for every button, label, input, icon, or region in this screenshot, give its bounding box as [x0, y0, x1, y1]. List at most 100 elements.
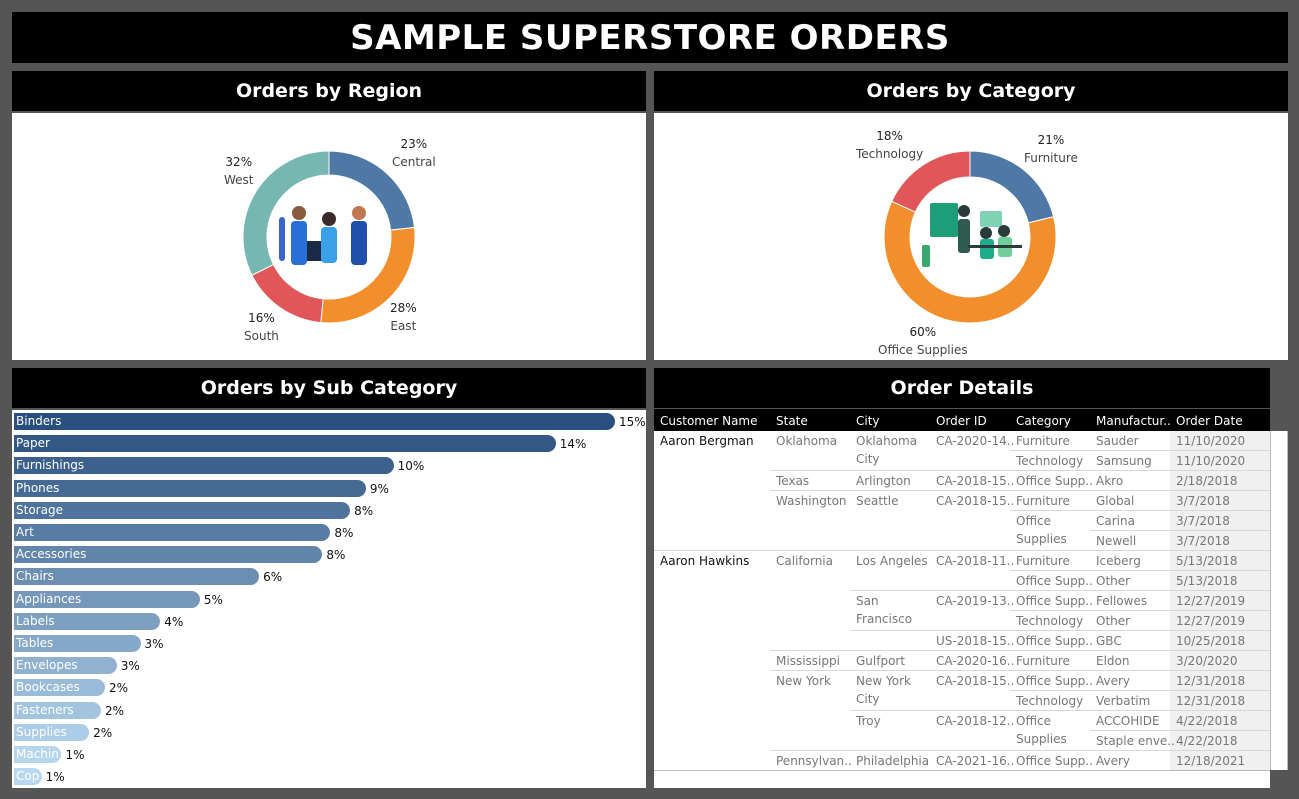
horizontal-scrollbar[interactable] — [654, 770, 1270, 788]
cell-city: Gulfport — [856, 654, 906, 668]
cell-date: 5/13/2018 — [1176, 554, 1238, 568]
cell-date: 5/13/2018 — [1176, 574, 1238, 588]
cell-date: 3/7/2018 — [1176, 514, 1230, 528]
bar-value-label: 6% — [263, 570, 283, 585]
cell-state: New York — [776, 674, 831, 688]
category-panel: 21% Furniture 60% Office Supplies 18% Technol… — [654, 113, 1288, 360]
bar-row-machines[interactable]: Machines 1% — [12, 746, 646, 764]
column-header-category[interactable]: Category — [1016, 414, 1071, 428]
bar-label: Fasteners — [16, 702, 74, 717]
column-header-order-id[interactable]: Order ID — [936, 414, 987, 428]
bar-value-label: 9% — [369, 481, 389, 496]
cell-date: 3/7/2018 — [1176, 494, 1230, 508]
bar-label: Labels — [16, 613, 55, 628]
cell-city: San Francisco — [856, 594, 913, 626]
cell-category: Furniture — [1016, 434, 1070, 448]
cell-mfr: Avery — [1096, 754, 1131, 768]
bar-value-label: 2% — [93, 725, 113, 740]
bar-label: Appliances — [16, 591, 82, 606]
column-header-order-date[interactable]: Order Date — [1176, 414, 1243, 428]
bar-row-binders[interactable]: Binders 15% — [12, 413, 646, 431]
bar-row-fasteners[interactable]: Fasteners 2% — [12, 701, 646, 720]
subcategory-header: Orders by Sub Category — [12, 368, 646, 408]
category-label-furniture: 21% Furniture — [1024, 131, 1078, 167]
bar-row-phones[interactable]: Phones 9% — [12, 479, 646, 498]
bar-value-label: 3% — [120, 659, 140, 674]
region-donut-chart[interactable] — [12, 113, 646, 360]
bar-label: Art — [16, 525, 34, 539]
bar-value-label: 8% — [334, 526, 354, 540]
cell-mfr: ACCOHIDE — [1096, 714, 1160, 728]
bar-row-appliances[interactable]: Appliances 5% — [12, 590, 646, 609]
bar-row-storage[interactable]: Storage 8% — [12, 501, 646, 520]
cell-city: Troy — [856, 714, 881, 728]
region-label-west: 32% West — [224, 153, 254, 189]
column-header-manufactur[interactable]: Manufactur.. — [1096, 414, 1171, 428]
category-donut-chart[interactable] — [654, 113, 1288, 360]
bar-row-accessories[interactable]: Accessories 8% — [12, 546, 646, 564]
cell-mfr: Akro — [1096, 474, 1124, 488]
cell-date: 4/22/2018 — [1176, 714, 1238, 728]
category-header: Orders by Category — [654, 71, 1288, 111]
cell-category: Technology — [1016, 454, 1084, 468]
bar-value-label: 1% — [65, 748, 85, 762]
cell-city: New York City — [856, 674, 911, 706]
cell-state: Washington — [776, 494, 847, 508]
subcategory-panel: Binders 15% Paper 14% Furnishings 10% Phones 9%… — [12, 410, 646, 788]
column-header-customer-name[interactable]: Customer Name — [660, 414, 758, 428]
cell-id: CA-2019-13.. — [936, 594, 1014, 608]
vertical-scrollbar[interactable] — [1270, 431, 1288, 770]
cell-category: Office Supplies — [1016, 714, 1067, 746]
cell-mfr: Staple enve.. — [1096, 734, 1174, 748]
region-panel: 23% Central 28% East 16% South 32% West — [12, 113, 646, 360]
category-label-office-supplies: 60% Office Supplies — [878, 323, 968, 359]
cell-category: Office Supp.. — [1016, 754, 1093, 768]
cell-mfr: Other — [1096, 574, 1131, 588]
cell-state: California — [776, 554, 833, 568]
order-details-header: Order Details — [654, 368, 1270, 408]
bar-row-paper[interactable]: Paper 14% — [12, 435, 646, 453]
bar-value-label: 2% — [104, 703, 125, 718]
category-label-pct: 18% — [876, 129, 903, 143]
bar-row-tables[interactable]: Tables 3% — [12, 635, 646, 653]
bar-label: Furnishings — [16, 458, 85, 473]
cell-category: Technology — [1016, 614, 1084, 628]
cell-date: 12/27/2019 — [1176, 614, 1246, 628]
bar-label: Tables — [16, 636, 54, 650]
cell-state: Mississippi — [776, 654, 840, 668]
cell-mfr: Fellowes — [1096, 594, 1148, 608]
cell-mfr: Global — [1096, 494, 1135, 508]
cell-category: Office Supp.. — [1016, 594, 1093, 608]
bar-row-furnishings[interactable]: Furnishings 10% — [12, 457, 646, 475]
bar-row-chairs[interactable]: Chairs 6% — [12, 568, 646, 586]
cell-city: Seattle — [856, 494, 899, 508]
region-label-name: South — [244, 329, 279, 343]
bar-row-copiers[interactable]: Copiers 1% — [12, 768, 646, 786]
column-header-city[interactable]: City — [856, 414, 880, 428]
bar-row-labels[interactable]: Labels 4% — [12, 612, 646, 631]
order-table[interactable]: Aaron Bergman Oklahoma Oklahoma City CA-202… — [654, 431, 1270, 771]
bar-label: Chairs — [16, 569, 54, 584]
category-label-name: Furniture — [1024, 151, 1078, 165]
region-label-name: Central — [392, 155, 436, 169]
bar-label: Binders — [16, 414, 62, 428]
bar-row-envelopes[interactable]: Envelopes 3% — [12, 657, 646, 675]
cell-date: 12/27/2019 — [1176, 594, 1246, 608]
cell-city: Los Angeles — [856, 554, 928, 568]
bar-row-bookcases[interactable]: Bookcases 2% — [12, 679, 646, 697]
column-header-state[interactable]: State — [776, 414, 808, 428]
bar-label: Storage — [16, 502, 63, 517]
bar-value-label: 14% — [559, 437, 587, 452]
cell-category: Furniture — [1016, 494, 1070, 508]
region-label-south: 16% South — [244, 309, 279, 345]
cell-city: Oklahoma City — [856, 434, 918, 466]
cell-category: Office Supp.. — [1016, 574, 1093, 588]
cell-date: 11/10/2020 — [1176, 454, 1246, 468]
cell-id: CA-2021-16.. — [936, 754, 1014, 768]
bar-row-supplies[interactable]: Supplies 2% — [12, 723, 646, 742]
region-label-pct: 32% — [225, 155, 253, 169]
region-label-east: 28% East — [390, 299, 417, 335]
bar-row-art[interactable]: Art 8% — [12, 524, 646, 542]
region-label-central: 23% Central — [392, 135, 436, 171]
bar-label: Accessories — [16, 547, 87, 562]
